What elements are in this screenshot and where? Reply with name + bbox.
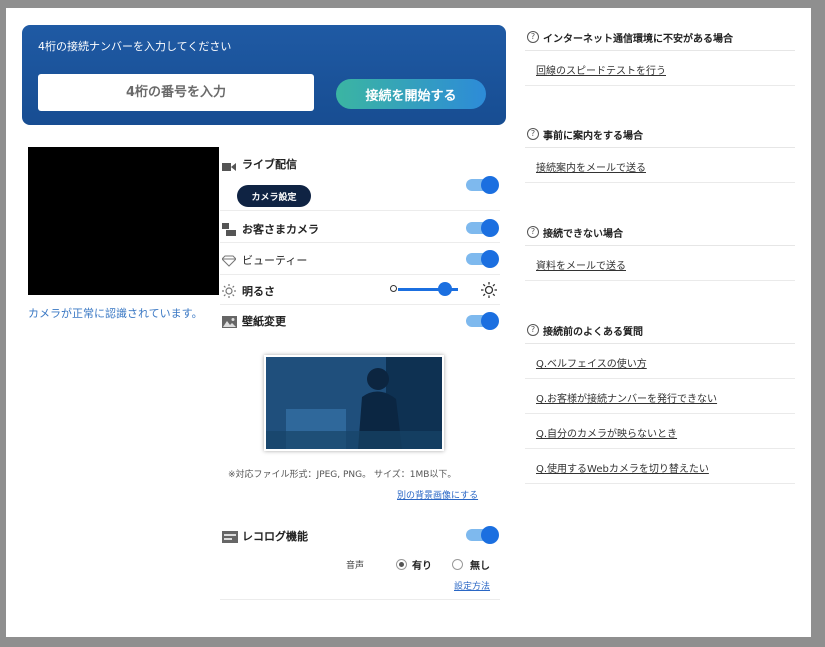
audio-off-label[interactable]: 無し [470,557,490,572]
change-background-link[interactable]: 別の背景画像にする [397,488,478,501]
live-row: ライブ配信 カメラ設定 [220,149,500,211]
send-documents-link[interactable]: 資料をメールで送る [536,257,626,272]
recolog-label: レコログ機能 [242,530,308,543]
toggle-knob [481,526,499,544]
help-link-guide-mail: 接続案内をメールで送る [525,148,795,183]
page: 4桁の接続ナンバーを入力してください 接続を開始する カメラが正常に認識されてい… [6,8,811,637]
camera-settings-button[interactable]: カメラ設定 [237,185,311,207]
help-link-speed-test: 回線のスピードテストを行う [525,51,795,86]
audio-on-radio[interactable] [396,559,407,570]
sun-max-icon [481,282,497,302]
question-icon: ? [527,128,539,140]
recolog-toggle[interactable] [466,526,499,544]
brightness-label: 明るさ [242,285,275,298]
file-format-note: ※対応ファイル形式：JPEG, PNG。 サイズ：1MB以下。 [228,470,457,480]
connection-number-input[interactable] [38,74,314,111]
speed-test-link[interactable]: 回線のスピードテストを行う [536,62,666,77]
video-camera-icon [222,157,236,176]
help-heading-cannot-connect: ? 接続できない場合 [525,217,795,246]
question-icon: ? [527,226,539,238]
camera-status-text: カメラが正常に認識されています。 [28,307,203,320]
help-heading-text: 接続できない場合 [543,229,623,240]
faq-item: Q.使用するWebカメラを切り替えたい [525,449,795,484]
audio-label: 音声 [346,561,365,571]
customer-camera-toggle[interactable] [466,219,499,237]
setup-method-link[interactable]: 設定方法 [454,579,490,592]
faq-item: Q.自分のカメラが映らないとき [525,414,795,449]
help-heading-text: 接続前のよくある質問 [543,327,643,338]
help-heading-text: インターネット通信環境に不安がある場合 [543,34,733,45]
camera-preview [28,147,219,295]
faq-item: Q.ベルフェイスの使い方 [525,344,795,379]
wallpaper-label: 壁紙変更 [242,315,286,328]
start-connection-button[interactable]: 接続を開始する [336,79,486,109]
send-guide-mail-link[interactable]: 接続案内をメールで送る [536,159,646,174]
customer-camera-row: お客さまカメラ [220,211,500,243]
wallpaper-toggle[interactable] [466,312,499,330]
image-icon [222,313,237,332]
recolog-icon [222,528,238,547]
brightness-slider-handle[interactable] [438,282,452,296]
help-link-send-docs: 資料をメールで送る [525,246,795,281]
brightness-row: 明るさ [220,275,500,305]
toggle-knob [481,312,499,330]
help-heading-guide: ? 事前に案内をする場合 [525,119,795,148]
live-toggle[interactable] [466,176,499,194]
faq-link[interactable]: Q.自分のカメラが映らないとき [536,425,677,440]
sun-icon [222,283,236,302]
live-label: ライブ配信 [242,158,297,171]
toggle-knob [481,176,499,194]
connect-panel: 4桁の接続ナンバーを入力してください 接続を開始する [22,25,506,125]
faq-item: Q.お客様が接続ナンバーを発行できない [525,379,795,414]
wallpaper-row: 壁紙変更 ※対応ファイル形式：JPEG, PNG。 サイズ：1MB以下。 別の背… [220,305,500,505]
help-heading-network: ? インターネット通信環境に不安がある場合 [525,22,795,51]
customer-camera-label: お客さまカメラ [242,223,319,236]
toggle-knob [481,250,499,268]
question-icon: ? [527,31,539,43]
audio-off-radio[interactable] [452,559,463,570]
help-heading-text: 事前に案内をする場合 [543,131,643,142]
brightness-min-icon [390,285,397,292]
help-heading-faq: ? 接続前のよくある質問 [525,315,795,344]
recolog-row: レコログ機能 音声 有り 無し 設定方法 [220,519,500,600]
wallpaper-thumbnail[interactable] [264,355,444,451]
faq-link[interactable]: Q.使用するWebカメラを切り替えたい [536,460,709,475]
customer-camera-icon [222,221,236,240]
faq-link[interactable]: Q.ベルフェイスの使い方 [536,355,647,370]
audio-on-label[interactable]: 有り [412,557,432,572]
beauty-row: ビューティー [220,243,500,275]
beauty-toggle[interactable] [466,250,499,268]
beauty-label: ビューティー [242,254,308,267]
toggle-knob [481,219,499,237]
faq-link[interactable]: Q.お客様が接続ナンバーを発行できない [536,390,717,405]
connect-title: 4桁の接続ナンバーを入力してください [38,40,232,53]
question-icon: ? [527,324,539,336]
diamond-icon [221,252,237,271]
